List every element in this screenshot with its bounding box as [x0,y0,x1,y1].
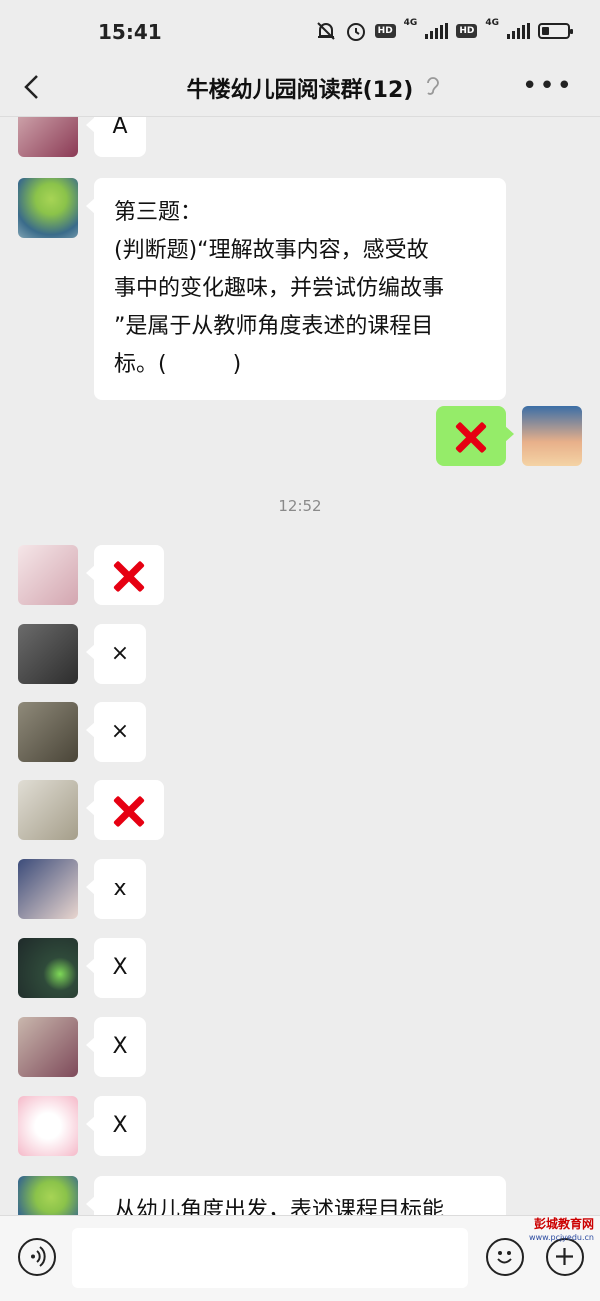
message-line: 第三题： [114,200,203,225]
watermark-logo: 彭城教育网 www.pcjyedu.cn [529,1217,594,1245]
message-text: X [112,1034,128,1059]
status-time: 15:41 [98,20,162,44]
message-bubble[interactable]: X [86,1096,146,1156]
status-bar: 15:41 HD 4G HD 4G [0,0,600,60]
message-input[interactable] [72,1228,468,1288]
battery-icon [538,23,573,39]
network-label-1: 4G [403,18,418,28]
message-timestamp: 12:52 [278,497,322,515]
chat-title: 牛楼幼儿园阅读群(12) [186,78,414,103]
battery-fill [542,27,550,35]
hd-badge-1: HD [374,24,396,38]
avatar[interactable] [18,545,78,605]
avatar[interactable] [18,624,78,684]
emoji-icon[interactable] [486,1238,524,1276]
avatar[interactable] [18,1017,78,1077]
avatar-self[interactable] [522,406,582,466]
message-bubble[interactable]: A [86,117,146,157]
avatar[interactable] [18,938,78,998]
bell-muted-icon [316,22,335,40]
avatar[interactable] [18,1176,78,1215]
message-bubble-mine[interactable] [436,406,514,466]
signal-icon-1 [425,23,449,39]
avatar[interactable] [18,178,78,238]
alarm-icon [346,23,365,41]
cross-mark-icon [94,545,164,605]
message-bubble[interactable]: × [86,624,146,684]
message-text: x [113,876,127,901]
message-bubble[interactable]: X [86,1017,146,1077]
message-line: ”是属于从教师角度表述的课程目 [114,314,434,339]
watermark-name: 彭城教育网 [533,1217,594,1231]
network-label-2: 4G [485,18,499,28]
cross-mark-icon [94,780,164,840]
message-line: 从幼儿角度出发，表述课程目标能 [114,1198,445,1215]
message-text: X [112,955,128,980]
message-text: × [110,641,130,666]
message-line: 事中的变化趣味，并尝试仿编故事 [114,276,445,301]
message-line: 标。( ) [114,352,242,377]
message-bubble[interactable] [86,780,164,840]
message-list[interactable]: A 第三题： (判断题)“理解故事内容，感受故 事中的变化趣味，并尝试仿编故事 … [0,117,600,1215]
message-bubble[interactable]: 从幼儿角度出发，表述课程目标能 [86,1176,506,1215]
message-bubble[interactable]: 第三题： (判断题)“理解故事内容，感受故 事中的变化趣味，并尝试仿编故事 ”是… [86,178,506,400]
message-text: × [110,719,130,744]
chat-header: 牛楼幼儿园阅读群(12) ••• [0,60,600,117]
more-options-icon[interactable]: ••• [522,73,574,99]
message-line: (判断题)“理解故事内容，感受故 [114,238,429,263]
avatar[interactable] [18,780,78,840]
message-text: X [112,1113,128,1138]
avatar[interactable] [18,1096,78,1156]
avatar[interactable] [18,859,78,919]
cross-mark-icon [436,406,506,466]
signal-icon-2 [507,23,530,39]
avatar[interactable] [18,702,78,762]
avatar[interactable] [18,117,78,157]
hd-badge-2: HD [456,24,478,38]
watermark-url: www.pcjyedu.cn [529,1233,594,1242]
input-bar [0,1215,600,1301]
message-bubble[interactable]: X [86,938,146,998]
message-bubble[interactable] [86,545,164,605]
voice-icon[interactable] [18,1238,56,1276]
message-bubble[interactable]: × [86,702,146,762]
message-bubble[interactable]: x [86,859,146,919]
message-text: A [112,117,128,139]
status-icons: HD 4G HD 4G [315,18,573,44]
ear-icon [427,77,439,95]
